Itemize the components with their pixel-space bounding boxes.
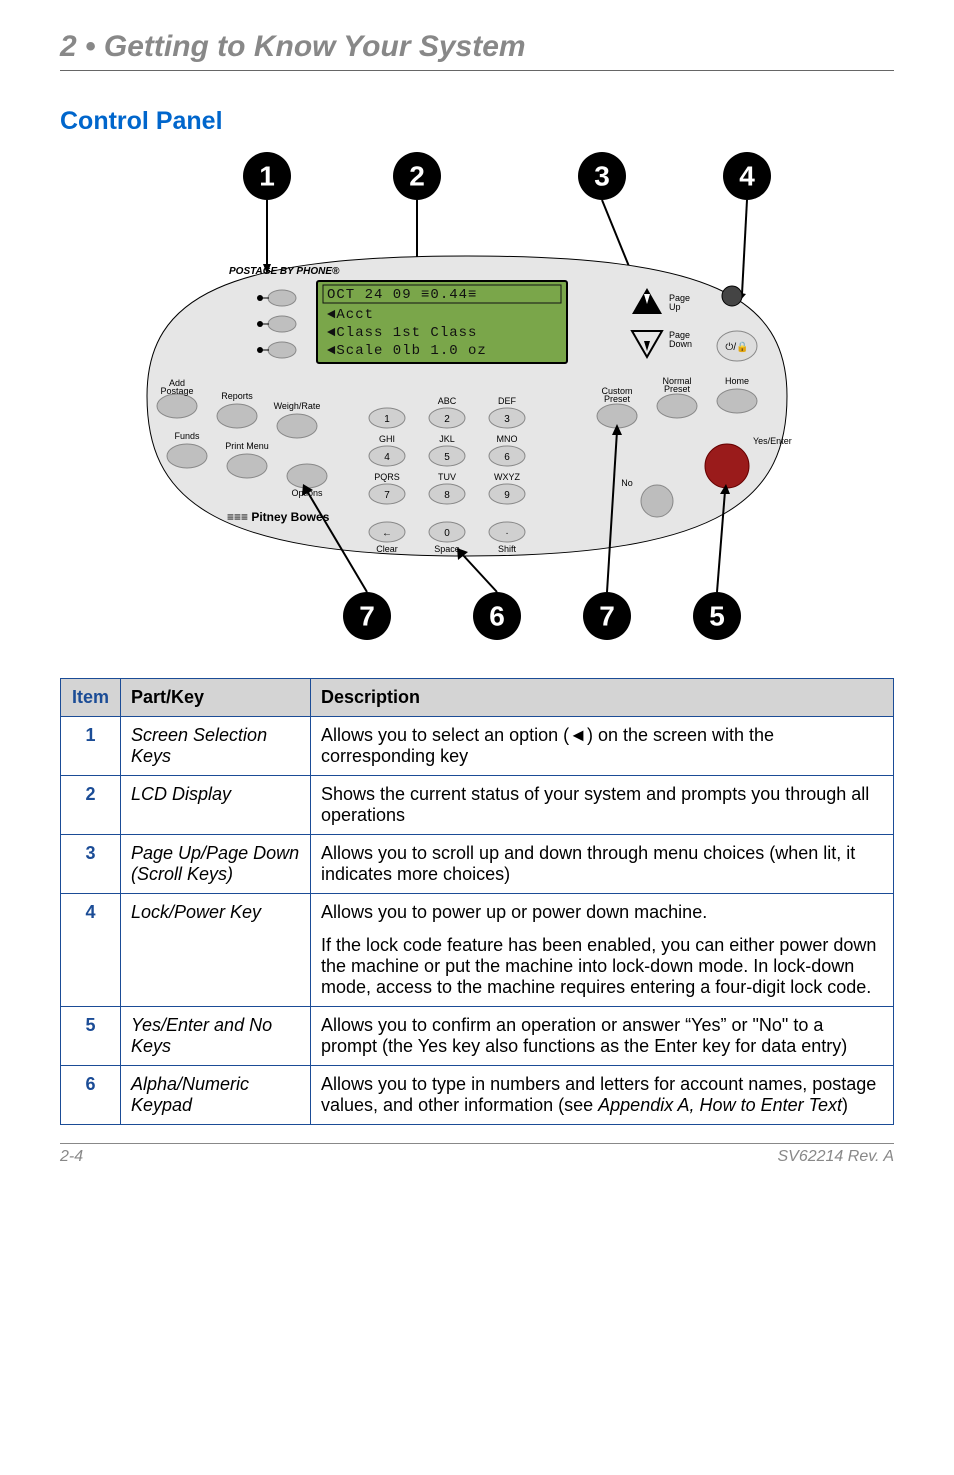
svg-text:·: · (505, 528, 508, 539)
table-row: 3 Page Up/Page Down (Scroll Keys) Allows… (61, 835, 894, 894)
footer-page-number: 2-4 (60, 1148, 83, 1166)
svg-text:JKL: JKL (439, 434, 455, 444)
th-item: Item (61, 679, 121, 717)
no-button[interactable] (641, 485, 673, 517)
svg-text:2: 2 (409, 161, 425, 192)
add-postage-button[interactable] (157, 394, 197, 418)
section-title: Control Panel (60, 107, 894, 136)
lcd-line1: OCT 24 09 ≡0.44≡ (327, 287, 477, 303)
table-row: 4 Lock/Power Key Allows you to power up … (61, 894, 894, 1007)
svg-text:Clear: Clear (376, 544, 398, 554)
svg-text:Space: Space (434, 544, 460, 554)
svg-text:Funds: Funds (174, 431, 200, 441)
options-button[interactable] (287, 464, 327, 488)
funds-button[interactable] (167, 444, 207, 468)
footer-revision: SV62214 Rev. A (777, 1148, 894, 1166)
svg-text:Print Menu: Print Menu (225, 441, 269, 451)
description-table: Item Part/Key Description 1 Screen Selec… (60, 678, 894, 1125)
svg-text:⏻/🔒: ⏻/🔒 (725, 341, 748, 353)
table-row: 1 Screen Selection Keys Allows you to se… (61, 717, 894, 776)
pitney-bowes-logo: ≡≡≡ Pitney Bowes (227, 510, 330, 524)
th-part: Part/Key (121, 679, 311, 717)
svg-text:Up: Up (669, 302, 681, 312)
lcd-line4: ◄Scale 0lb 1.0 oz (327, 343, 487, 359)
callout-4: 4 (723, 152, 771, 302)
svg-text:WXYZ: WXYZ (494, 472, 521, 482)
th-desc: Description (311, 679, 894, 717)
lcd-line3: ◄Class 1st Class (327, 325, 477, 341)
table-row: 6 Alpha/Numeric Keypad Allows you to typ… (61, 1066, 894, 1125)
yes-enter-button[interactable] (705, 444, 749, 488)
panel-svg: 1 2 3 4 POSTAGE BY PHONE® OCT 24 09 ≡0.4… (87, 146, 867, 656)
svg-text:7: 7 (384, 490, 390, 501)
svg-text:9: 9 (504, 490, 510, 501)
table-row: 2 LCD Display Shows the current status o… (61, 776, 894, 835)
svg-text:2: 2 (444, 414, 450, 425)
svg-text:1: 1 (384, 414, 390, 425)
screen-select-key-1[interactable] (268, 290, 296, 306)
print-menu-button[interactable] (227, 454, 267, 478)
svg-text:Preset: Preset (604, 394, 631, 404)
svg-text:7: 7 (359, 601, 375, 632)
svg-text:ABC: ABC (438, 396, 457, 406)
svg-text:4: 4 (739, 161, 755, 192)
svg-text:PQRS: PQRS (374, 472, 400, 482)
normal-preset-button[interactable] (657, 394, 697, 418)
svg-text:Yes/Enter: Yes/Enter (753, 436, 792, 446)
svg-text:←: ← (382, 528, 392, 539)
svg-text:5: 5 (709, 601, 725, 632)
lcd-line2: ◄Acct (327, 307, 374, 323)
lock-power-key[interactable]: ⏻/🔒 (717, 331, 757, 361)
svg-text:DEF: DEF (498, 396, 517, 406)
svg-text:4: 4 (384, 452, 390, 463)
screen-select-key-2[interactable] (268, 316, 296, 332)
svg-text:7: 7 (599, 601, 615, 632)
svg-text:Postage: Postage (160, 386, 193, 396)
table-row: 5 Yes/Enter and No Keys Allows you to co… (61, 1007, 894, 1066)
home-button[interactable] (717, 389, 757, 413)
svg-text:1: 1 (259, 161, 275, 192)
svg-text:No: No (621, 478, 633, 488)
control-panel-diagram: 1 2 3 4 POSTAGE BY PHONE® OCT 24 09 ≡0.4… (60, 146, 894, 656)
svg-text:TUV: TUV (438, 472, 456, 482)
callout-6: 6 (457, 548, 521, 640)
led-indicator (722, 286, 742, 306)
svg-text:6: 6 (489, 601, 505, 632)
svg-text:8: 8 (444, 490, 450, 501)
svg-text:0: 0 (444, 528, 450, 539)
svg-text:6: 6 (504, 452, 510, 463)
reports-button[interactable] (217, 404, 257, 428)
svg-text:Home: Home (725, 376, 749, 386)
postage-by-phone-logo: POSTAGE BY PHONE® (229, 266, 340, 277)
svg-text:Weigh/Rate: Weigh/Rate (274, 401, 321, 411)
svg-text:Down: Down (669, 339, 692, 349)
svg-text:3: 3 (504, 414, 510, 425)
svg-text:MNO: MNO (497, 434, 518, 444)
svg-text:Preset: Preset (664, 384, 691, 394)
svg-text:5: 5 (444, 452, 450, 463)
svg-text:GHI: GHI (379, 434, 395, 444)
svg-text:Reports: Reports (221, 391, 253, 401)
chapter-title: 2 • Getting to Know Your System (60, 30, 894, 71)
weigh-rate-button[interactable] (277, 414, 317, 438)
svg-text:3: 3 (594, 161, 610, 192)
callout-1: 1 (243, 152, 291, 274)
screen-select-key-3[interactable] (268, 342, 296, 358)
page-footer: 2-4 SV62214 Rev. A (60, 1143, 894, 1166)
svg-text:Shift: Shift (498, 544, 517, 554)
